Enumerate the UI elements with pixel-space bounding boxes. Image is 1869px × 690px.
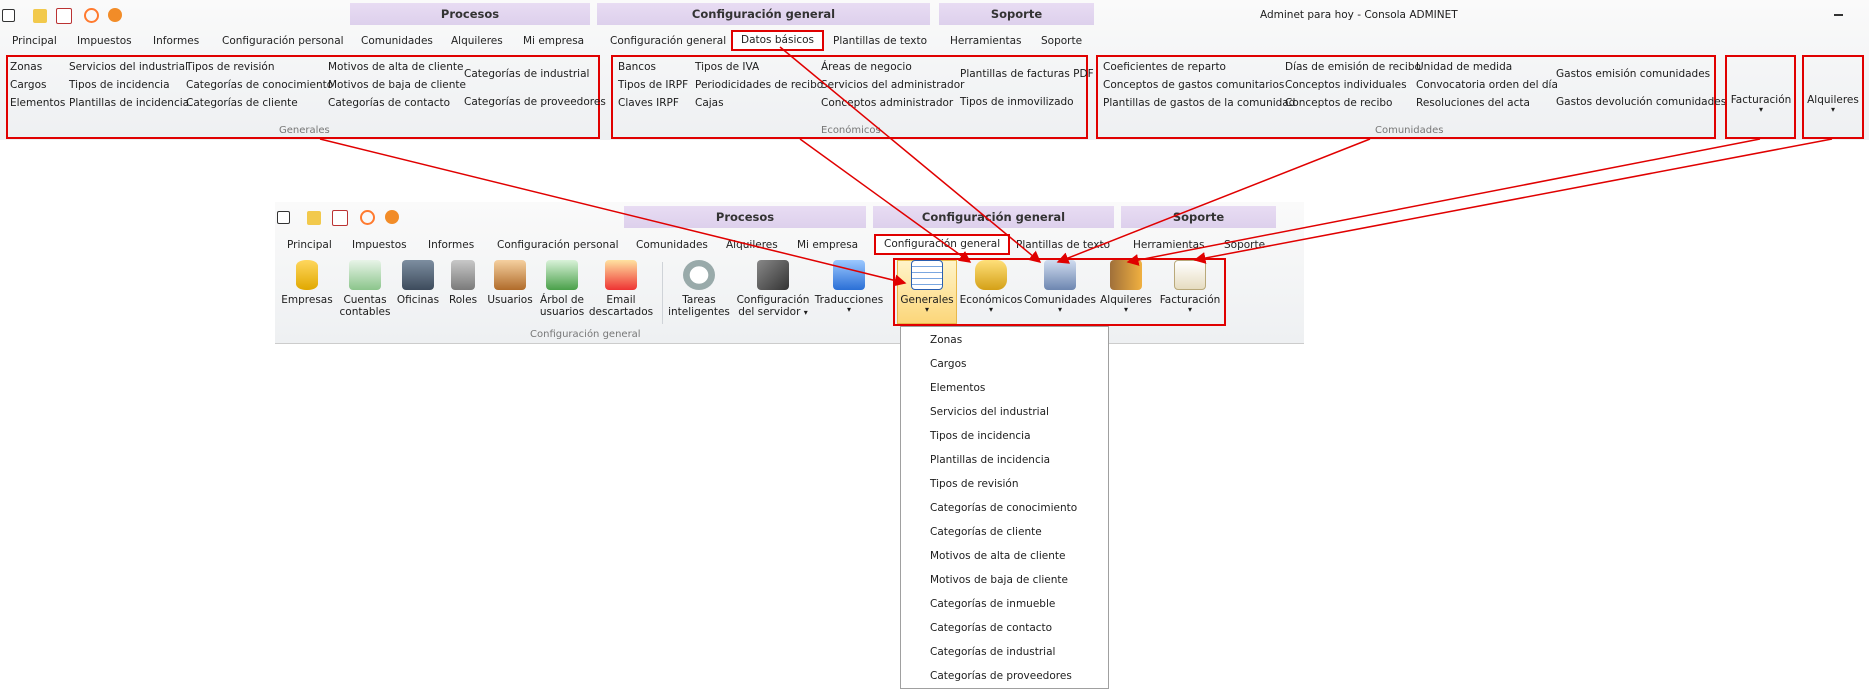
arrow-economicos (799, 138, 972, 263)
arrow-comunidades (1056, 138, 1371, 264)
arrow-generales (319, 138, 907, 287)
annotation-arrows (319, 46, 1833, 287)
arrow-datos-basicos (779, 46, 1042, 263)
arrow-facturacion (1126, 138, 1761, 266)
arrow-alquileres (1193, 138, 1833, 264)
